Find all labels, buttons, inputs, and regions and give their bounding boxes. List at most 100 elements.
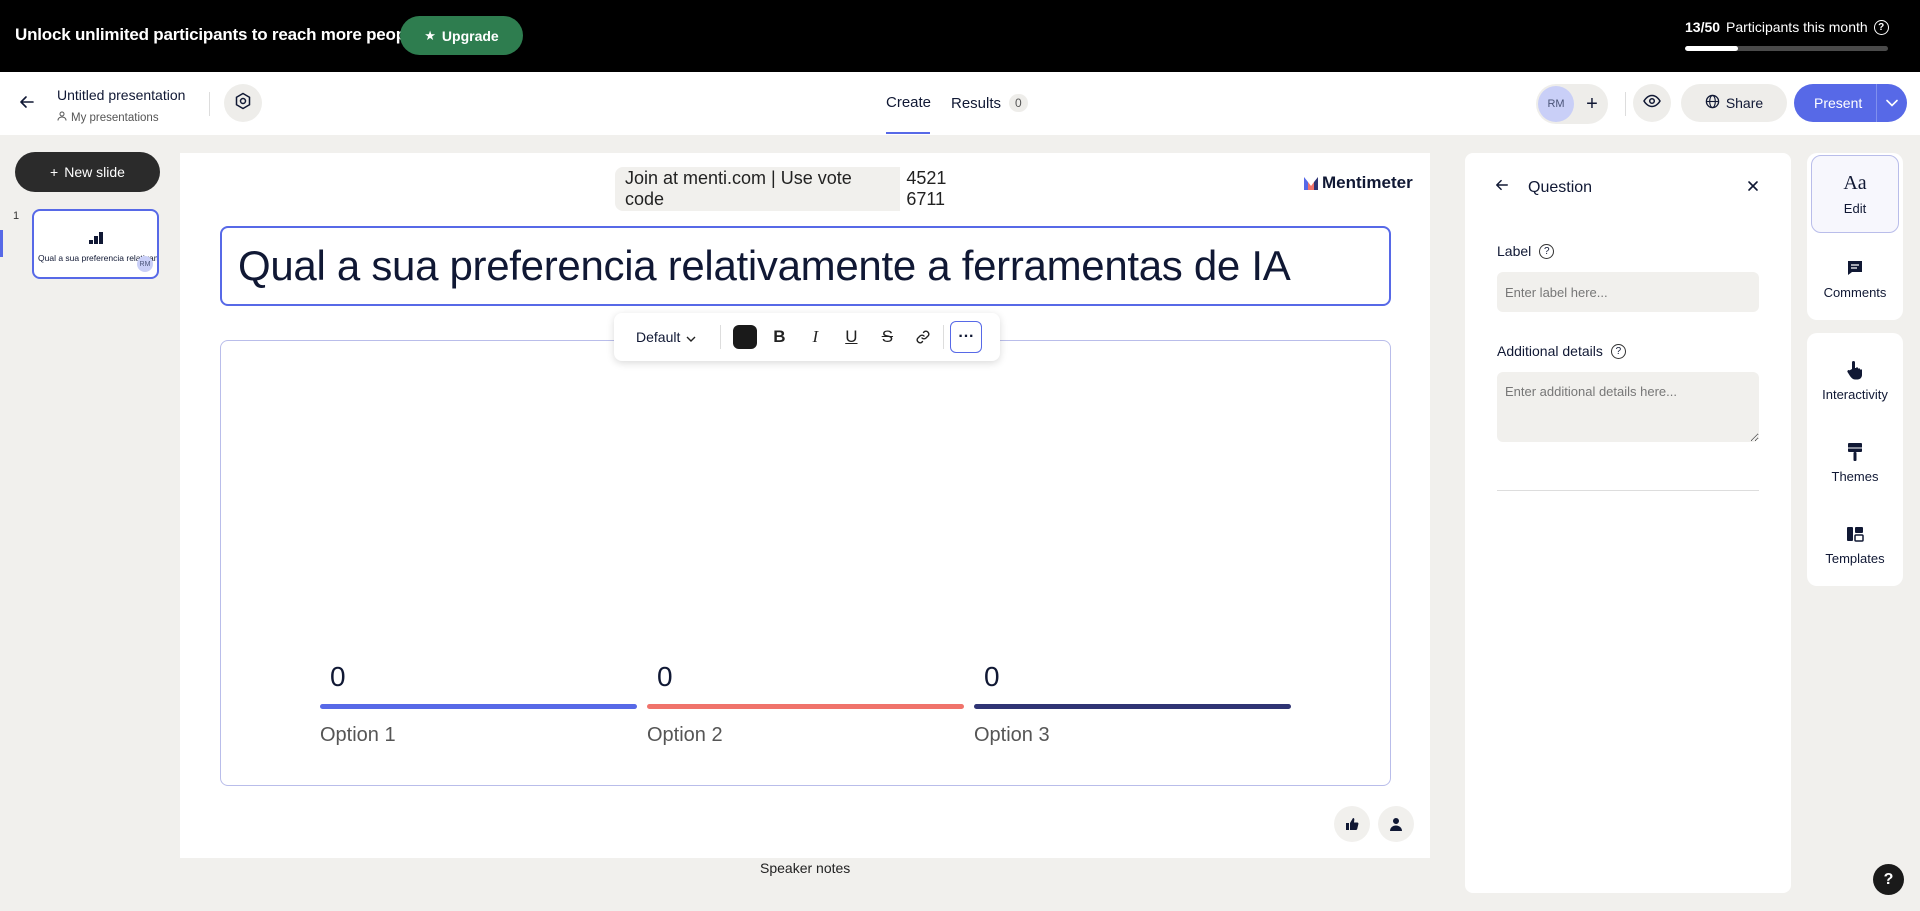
additional-details-heading-text: Additional details <box>1497 343 1603 359</box>
star-icon: ★ <box>424 27 436 43</box>
join-text: Join at menti.com | Use vote code <box>625 168 852 209</box>
rail-edit[interactable]: Aa Edit <box>1811 155 1899 233</box>
mentimeter-logo: Mentimeter <box>1304 173 1413 193</box>
breadcrumb-label: My presentations <box>71 111 159 124</box>
presentation-title[interactable]: Untitled presentation <box>57 87 185 103</box>
help-button[interactable]: ? <box>1873 864 1904 895</box>
paint-brush-icon <box>1847 441 1863 463</box>
rail-templates[interactable]: Templates <box>1811 505 1899 583</box>
results-chart[interactable]: 0 Option 1 0 Option 2 0 Option 3 <box>220 340 1391 786</box>
pointer-hand-icon <box>1846 359 1864 381</box>
user-icon <box>57 111 67 124</box>
new-slide-label: New slide <box>64 164 125 180</box>
additional-details-input[interactable] <box>1497 372 1759 442</box>
thumbs-up-icon[interactable] <box>1334 806 1370 842</box>
bar-chart-icon <box>89 231 103 249</box>
avatar[interactable]: RM <box>1538 86 1574 122</box>
participants-counter: 13/50 Participants this month ? <box>1685 19 1889 35</box>
new-slide-button[interactable]: + New slide <box>15 152 160 192</box>
present-label: Present <box>1814 95 1863 111</box>
option-label[interactable]: Option 2 <box>647 724 723 747</box>
rail-interactivity[interactable]: Interactivity <box>1811 341 1899 419</box>
label-heading: Label ? <box>1497 243 1555 259</box>
additional-details-heading: Additional details ? <box>1497 343 1626 359</box>
templates-icon <box>1846 523 1864 545</box>
rail-themes[interactable]: Themes <box>1811 423 1899 501</box>
divider <box>720 325 722 349</box>
editor-header: Untitled presentation My presentations C… <box>0 72 1920 135</box>
question-title-box[interactable]: Qual a sua preferencia relativamente a f… <box>220 226 1391 306</box>
participants-count: 13/50 <box>1685 19 1721 35</box>
gear-icon <box>234 92 252 115</box>
avatar: RM <box>137 256 153 272</box>
rail-interactivity-label: Interactivity <box>1822 386 1888 402</box>
link-icon[interactable] <box>905 319 941 355</box>
more-options-icon[interactable]: ··· <box>950 321 983 353</box>
option-value: 0 <box>330 661 346 692</box>
slide-thumbnail[interactable]: Qual a sua preferencia relativamente a f… <box>32 209 159 279</box>
settings-button[interactable] <box>224 84 262 122</box>
back-arrow-icon[interactable] <box>19 94 35 115</box>
brand-name: Mentimeter <box>1322 173 1413 192</box>
rail-templates-label: Templates <box>1825 550 1885 566</box>
slide-canvas: Join at menti.com | Use vote code 4521 6… <box>180 153 1430 858</box>
option-bar <box>647 704 964 709</box>
upgrade-banner: Unlock unlimited participants to reach m… <box>0 0 1920 72</box>
option-label[interactable]: Option 3 <box>974 724 1050 747</box>
rail-edit-label: Edit <box>1843 200 1867 216</box>
help-circle-icon[interactable]: ? <box>1539 243 1555 259</box>
italic-icon[interactable]: I <box>797 319 833 355</box>
back-arrow-icon[interactable] <box>1495 178 1509 197</box>
font-select[interactable]: Default <box>620 329 712 345</box>
question-title[interactable]: Qual a sua preferencia relativamente a f… <box>238 242 1291 290</box>
rail-themes-label: Themes <box>1831 468 1879 484</box>
question-settings-panel: Question Label ? Additional details ? <box>1465 153 1791 893</box>
option-value: 0 <box>657 661 673 692</box>
option-label[interactable]: Option 1 <box>320 724 396 747</box>
mentimeter-logo-icon <box>1304 176 1318 190</box>
rail-comments[interactable]: Comments <box>1811 239 1899 317</box>
results-count-badge: 0 <box>1009 94 1028 112</box>
share-button[interactable]: Share <box>1681 84 1787 122</box>
present-button[interactable]: Present <box>1794 84 1907 122</box>
help-circle-icon[interactable]: ? <box>1610 343 1626 359</box>
rail-group-content: Aa Edit Comments <box>1807 153 1903 320</box>
share-label: Share <box>1725 95 1764 111</box>
chevron-down-icon[interactable] <box>1877 99 1907 107</box>
breadcrumb[interactable]: My presentations <box>57 111 159 124</box>
slide-number: 1 <box>13 210 20 222</box>
person-icon[interactable] <box>1378 806 1414 842</box>
option-bar <box>320 704 637 709</box>
tab-results[interactable]: Results 0 <box>951 94 1028 112</box>
strikethrough-icon[interactable]: S <box>869 319 905 355</box>
upgrade-button[interactable]: ★ Upgrade <box>400 16 523 55</box>
bold-icon[interactable]: B <box>761 319 797 355</box>
participants-progress-fill <box>1685 46 1738 51</box>
eye-icon <box>1643 94 1661 113</box>
font-select-value: Default <box>636 329 681 345</box>
join-instructions: Join at menti.com | Use vote code 4521 6… <box>615 164 995 214</box>
divider <box>943 325 945 349</box>
divider <box>209 92 210 116</box>
participants-progress <box>1685 46 1888 51</box>
text-style-icon: Aa <box>1843 172 1867 194</box>
underline-icon[interactable]: U <box>833 319 869 355</box>
comment-icon <box>1846 257 1864 279</box>
text-color-swatch[interactable] <box>733 325 758 349</box>
tab-active-indicator <box>886 132 930 134</box>
tab-create[interactable]: Create <box>886 94 931 111</box>
rail-comments-label: Comments <box>1823 284 1887 300</box>
help-circle-icon[interactable]: ? <box>1873 19 1889 35</box>
option-bar <box>974 704 1291 709</box>
chevron-down-icon <box>686 329 696 345</box>
rail-group-tools: Interactivity Themes Templates <box>1807 333 1903 586</box>
tab-results-label: Results <box>951 94 1002 112</box>
label-input[interactable] <box>1497 272 1759 312</box>
close-icon[interactable] <box>1747 177 1759 197</box>
speaker-notes-toggle[interactable]: Speaker notes <box>760 860 850 876</box>
preview-button[interactable] <box>1633 84 1671 122</box>
add-collaborator-icon[interactable]: + <box>1576 88 1608 120</box>
vote-code: 4521 6711 <box>900 164 995 214</box>
active-slide-marker <box>0 230 3 257</box>
option-value: 0 <box>984 661 1000 692</box>
